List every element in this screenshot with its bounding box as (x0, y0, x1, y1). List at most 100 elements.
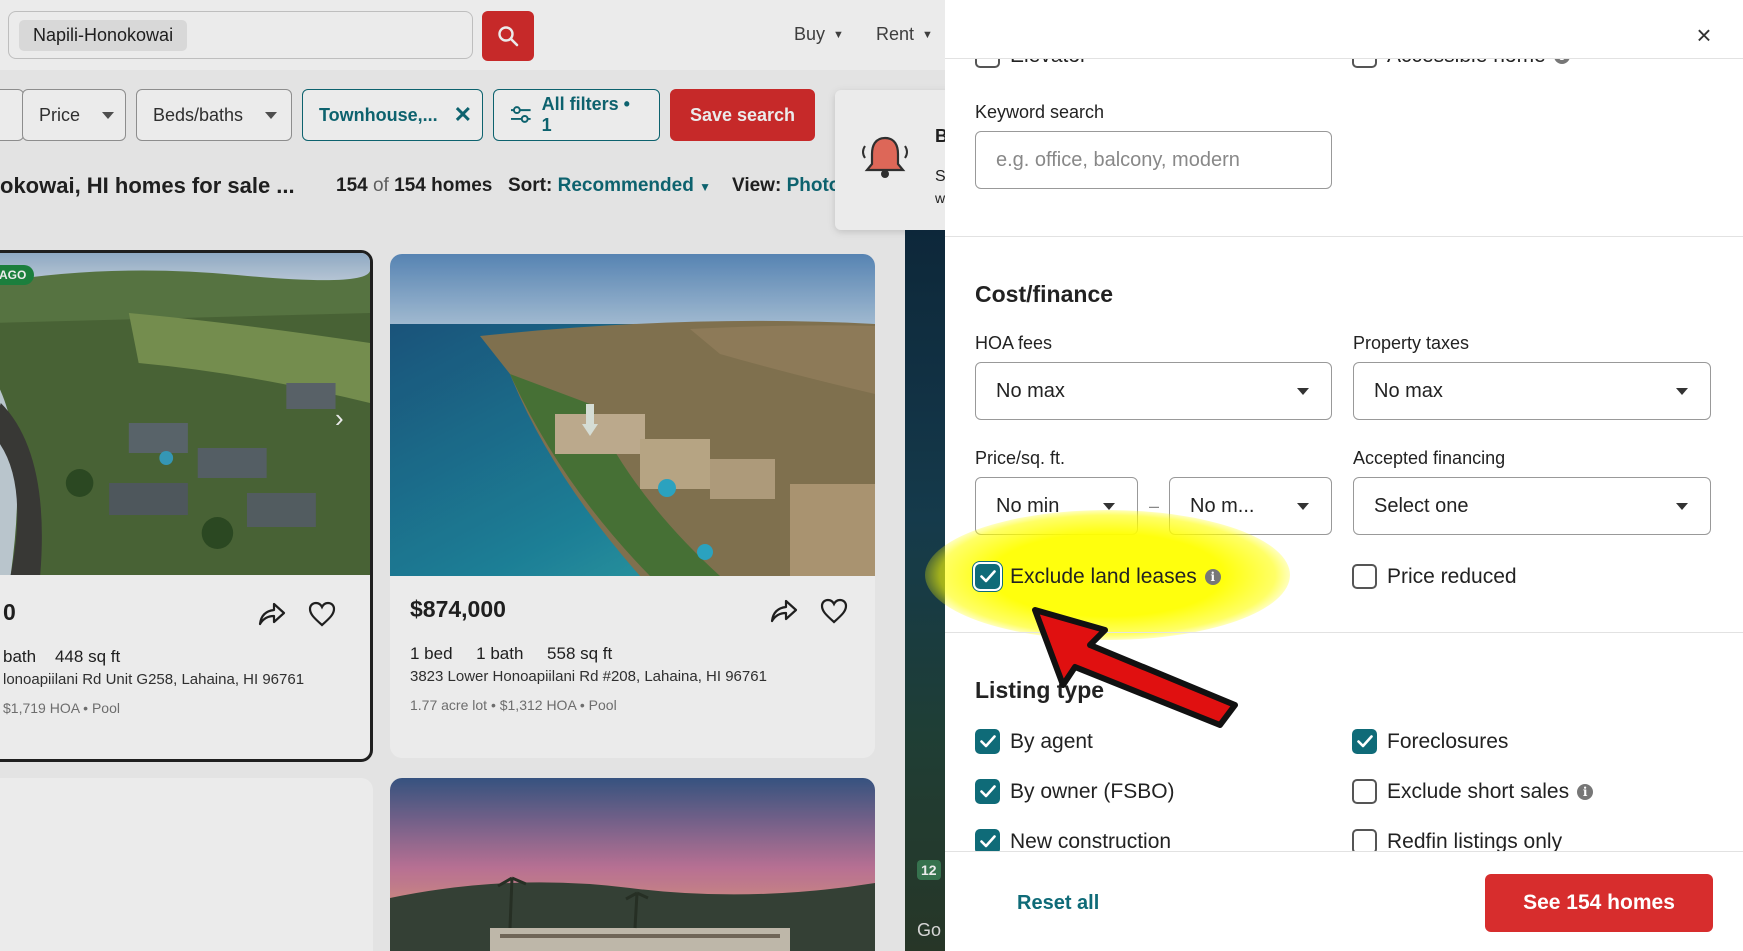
price-per-sqft-max-select[interactable]: No m... (1169, 477, 1332, 535)
redfin-only-label: Redfin listings only (1387, 829, 1563, 852)
listing-photo[interactable] (0, 253, 370, 575)
heart-icon[interactable] (308, 601, 336, 627)
info-icon[interactable]: i (1204, 568, 1221, 585)
elevator-checkbox-row[interactable]: Elevator (975, 59, 1087, 68)
elevator-checkbox[interactable] (975, 59, 1000, 68)
accessible-checkbox-row[interactable]: Accessible home i (1352, 59, 1570, 68)
beds-baths-label: Beds/baths (153, 104, 244, 125)
property-taxes-label: Property taxes (1353, 333, 1470, 353)
beds-baths-filter-button[interactable]: Beds/baths (136, 89, 292, 141)
share-icon[interactable] (258, 601, 286, 627)
sliders-icon (510, 106, 531, 123)
by-owner-checkbox-row[interactable]: By owner (FSBO) (975, 779, 1175, 804)
chevron-down-icon (1676, 503, 1688, 510)
listing-card[interactable] (0, 778, 373, 951)
foreclosures-label: Foreclosures (1387, 729, 1509, 753)
close-icon[interactable]: ✕ (454, 102, 472, 128)
map-cluster-count[interactable]: 12 (917, 860, 941, 880)
by-owner-checkbox[interactable] (975, 779, 1000, 804)
by-owner-label: By owner (FSBO) (1010, 779, 1175, 803)
heart-icon[interactable] (820, 598, 848, 624)
listing-photo[interactable] (390, 254, 875, 576)
exclude-short-sales-checkbox-row[interactable]: Exclude short sales i (1352, 779, 1594, 804)
redfin-only-checkbox[interactable] (1352, 829, 1377, 851)
all-filters-label: All filters • 1 (541, 94, 630, 135)
view-toggle[interactable]: View: Photo (732, 175, 840, 197)
see-homes-button[interactable]: See 154 homes (1485, 874, 1713, 932)
listing-card[interactable] (390, 778, 875, 951)
elevator-label: Elevator (1010, 59, 1087, 68)
accepted-financing-select[interactable]: Select one (1353, 477, 1711, 535)
location-search-input[interactable]: Napili-Honokowai (8, 11, 473, 59)
map-view[interactable]: 12 Go (905, 230, 945, 951)
chevron-right-icon[interactable]: › (335, 403, 344, 434)
search-button[interactable] (482, 11, 534, 61)
price-per-sqft-min-value: No min (996, 494, 1060, 517)
share-icon[interactable] (770, 598, 798, 624)
hoa-fees-select[interactable]: No max (975, 362, 1332, 420)
new-construction-label: New construction (1010, 829, 1172, 852)
listing-extras: $1,719 HOA • Pool (3, 700, 120, 716)
listing-address: lonoapiilani Rd Unit G258, Lahaina, HI 9… (3, 671, 305, 688)
reset-all-button[interactable]: Reset all (1017, 892, 1099, 915)
chevron-down-icon (1297, 388, 1309, 395)
location-chip[interactable]: Napili-Honokowai (19, 20, 188, 51)
listing-price: 0 (3, 599, 16, 625)
all-filters-button[interactable]: All filters • 1 (493, 89, 660, 141)
accessible-checkbox[interactable] (1352, 59, 1377, 68)
foreclosures-checkbox[interactable] (1352, 729, 1377, 754)
chevron-down-icon (1103, 503, 1115, 510)
sort-dropdown[interactable]: Sort: Recommended ▼ (508, 175, 711, 197)
chevron-down-icon: ▼ (833, 29, 844, 41)
info-icon[interactable]: i (1553, 59, 1570, 64)
exclude-short-sales-checkbox[interactable] (1352, 779, 1377, 804)
price-reduced-checkbox-row[interactable]: Price reduced (1352, 564, 1517, 589)
nav-buy-label: Buy (794, 24, 826, 44)
redfin-only-checkbox-row[interactable]: Redfin listings only (1352, 829, 1562, 851)
hoa-fees-value: No max (996, 379, 1065, 402)
new-construction-checkbox-row[interactable]: New construction (975, 829, 1171, 851)
listing-price: $874,000 (410, 596, 506, 622)
map-attribution: Go (917, 920, 942, 940)
listing-card[interactable]: $874,000 1 bed 1 bath 558 sq ft 3823 Low… (390, 254, 875, 758)
sort-label: Sort: (508, 175, 553, 196)
exclude-land-leases-checkbox[interactable] (975, 564, 1000, 589)
exclude-land-leases-checkbox-row[interactable]: Exclude land leases i (975, 564, 1221, 589)
price-filter-button[interactable]: Price (22, 89, 126, 141)
panel-footer: Reset all See 154 homes (945, 851, 1743, 951)
results-heading: okowai, HI homes for sale ... (0, 173, 295, 198)
listing-photo[interactable] (390, 778, 875, 951)
listing-specs: 1 bed 1 bath 558 sq ft (410, 644, 613, 663)
chevron-down-icon (1676, 388, 1688, 395)
accepted-financing-value: Select one (1374, 494, 1469, 517)
price-per-sqft-min-select[interactable]: No min (975, 477, 1138, 535)
nav-rent[interactable]: Rent ▼ (876, 24, 933, 45)
results-count-total: 154 homes (394, 175, 493, 196)
see-homes-label: See 154 homes (1523, 891, 1675, 914)
listing-type-heading: Listing type (975, 677, 1105, 703)
close-button[interactable]: × (1689, 20, 1719, 50)
by-agent-checkbox-row[interactable]: By agent (975, 729, 1093, 754)
foreclosures-checkbox-row[interactable]: Foreclosures (1352, 729, 1508, 754)
accepted-financing-label: Accepted financing (1353, 448, 1506, 468)
cost-finance-heading: Cost/finance (975, 281, 1114, 307)
listing-card[interactable]: AGO › 0 bath 448 sq ft lonoapiilani Rd U… (0, 250, 373, 762)
keyword-search-input[interactable]: e.g. office, balcony, modern (975, 131, 1332, 189)
info-icon[interactable]: i (1577, 783, 1594, 800)
view-label: View: (732, 175, 782, 196)
hoa-fees-label: HOA fees (975, 333, 1053, 353)
notification-text-partial: w (935, 190, 946, 206)
filter-partial-button[interactable] (0, 89, 24, 141)
price-reduced-checkbox[interactable] (1352, 564, 1377, 589)
home-type-label: Townhouse,... (319, 104, 438, 125)
home-type-filter-button[interactable]: Townhouse,... ✕ (302, 89, 483, 141)
new-construction-checkbox[interactable] (975, 829, 1000, 851)
by-agent-checkbox[interactable] (975, 729, 1000, 754)
range-dash: – (1149, 496, 1160, 516)
save-search-button[interactable]: Save search (670, 89, 815, 141)
exclude-land-leases-label: Exclude land leases (1010, 564, 1197, 588)
nav-buy[interactable]: Buy ▼ (794, 24, 844, 45)
save-search-notification: B S w (835, 90, 955, 230)
section-divider (945, 236, 1743, 237)
property-taxes-select[interactable]: No max (1353, 362, 1711, 420)
